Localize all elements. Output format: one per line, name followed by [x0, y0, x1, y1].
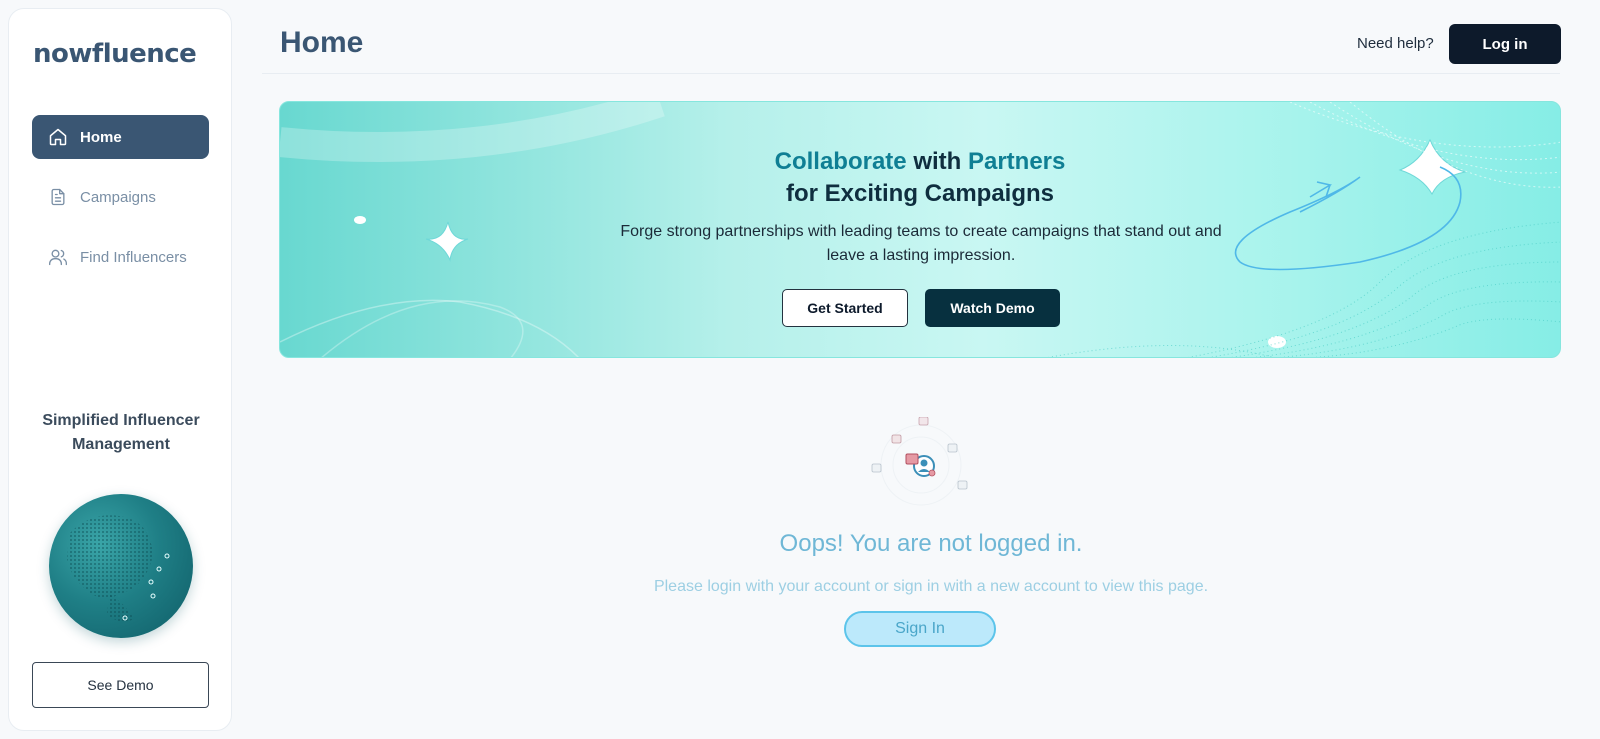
sidebar-item-label: Campaigns [80, 188, 156, 206]
header-divider [262, 73, 1560, 74]
home-icon [49, 128, 67, 146]
not-logged-in-illustration [871, 417, 968, 506]
document-icon [51, 188, 65, 206]
banner-subtitle: Forge strong partnerships with leading t… [620, 223, 1222, 264]
hero-banner: Collaborate with Partners for Exciting C… [279, 101, 1561, 358]
sidebar: nowfluence Home Campaigns Find Influence… [8, 8, 232, 731]
sign-in-button[interactable]: Sign In [844, 611, 996, 647]
see-demo-button[interactable]: See Demo [32, 662, 209, 708]
sidebar-item-label: Find Influencers [80, 248, 187, 266]
need-help-link[interactable]: Need help? [1357, 35, 1434, 52]
sidebar-item-home[interactable]: Home [32, 115, 209, 159]
empty-state-title: Oops! You are not logged in. [779, 530, 1083, 557]
users-icon [49, 249, 68, 266]
sidebar-item-campaigns[interactable]: Campaigns [32, 175, 209, 219]
brand-logo[interactable]: nowfluence [33, 39, 197, 69]
sidebar-tagline: Simplified Influencer Management [42, 412, 200, 453]
sidebar-item-label: Home [80, 128, 122, 146]
globe-illustration [49, 494, 193, 638]
watch-demo-button[interactable]: Watch Demo [925, 289, 1060, 327]
banner-title: Collaborate with Partners for Exciting C… [280, 146, 1560, 210]
banner-title-text: with [906, 148, 968, 175]
empty-state-message: Please login with your account or sign i… [653, 578, 1209, 595]
sidebar-item-find-influencers[interactable]: Find Influencers [32, 235, 209, 279]
get-started-button[interactable]: Get Started [782, 289, 908, 327]
banner-title-highlight: Partners [967, 148, 1066, 175]
banner-title-line2: for Exciting Campaigns [785, 180, 1055, 207]
login-button[interactable]: Log in [1449, 24, 1561, 64]
page-title: Home [280, 26, 364, 59]
banner-title-highlight: Collaborate [774, 148, 907, 175]
